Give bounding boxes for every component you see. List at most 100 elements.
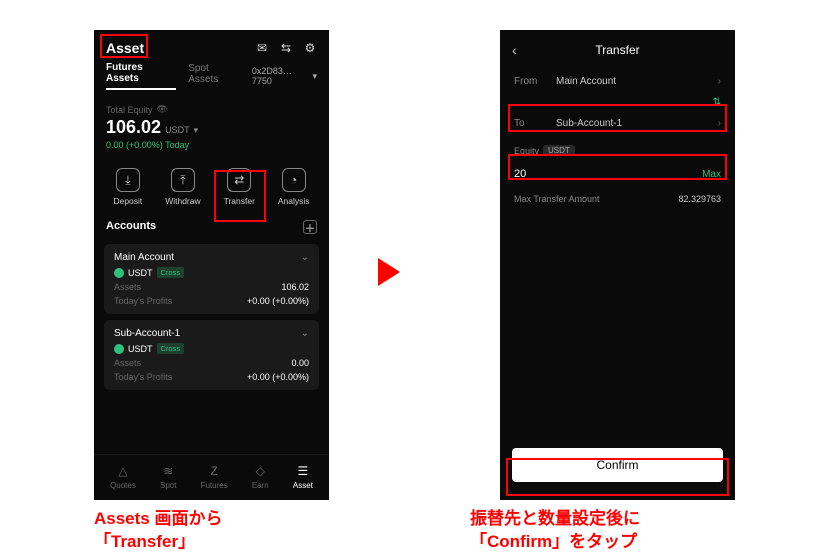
spot-icon: ≋ [160,463,176,479]
wallet-address-text: 0x2D83…7750 [252,66,311,86]
asset-icon: ☰ [295,463,311,479]
nav-label: Quotes [110,481,136,490]
chat-icon[interactable]: ✉ [255,41,269,55]
amount-input-row[interactable]: 20 Max [500,160,735,188]
transfer-label: Transfer [224,196,255,206]
analysis-button[interactable]: ◔ Analysis [278,168,310,206]
accounts-header: Accounts ＋ [94,216,329,238]
coin-symbol: USDT [128,344,153,354]
transfer-title: Transfer [500,43,735,57]
chevron-down-icon: ▾ [312,71,317,82]
nav-earn[interactable]: ◇ Earn [252,463,269,490]
equity-row-label: Equity USDT [500,139,735,160]
equity-label: Total Equity 👁 [106,104,317,115]
chevron-right-icon: › [718,118,721,129]
transfer-button[interactable]: ⇄ Transfer [224,168,255,206]
nav-label: Earn [252,481,269,490]
coin-icon [114,344,124,354]
quotes-icon: △ [115,463,131,479]
asset-screen: Asset ✉ ⇆ ⚙ Futures Assets Spot Assets 0… [94,30,329,500]
nav-label: Spot [160,481,176,490]
chevron-down-icon: ⌄ [301,252,309,263]
top-icon-group: ✉ ⇆ ⚙ [255,41,317,55]
futures-icon: Z [206,463,222,479]
chevron-right-icon: › [718,76,721,87]
mode-badge: Cross [157,267,185,278]
mode-badge: Cross [157,343,185,354]
action-row: ⤓ Deposit ⤒ Withdraw ⇄ Transfer ◔ Analys… [94,154,329,216]
profits-label: Today's Profits [114,296,172,306]
nav-futures[interactable]: Z Futures [201,463,228,490]
bottom-nav: △ Quotes ≋ Spot Z Futures ◇ Earn ☰ Asset [94,454,329,500]
equity-panel: Total Equity 👁 106.02 USDT ▾ 0.00 (+0.00… [94,96,329,154]
equity-unit-pill: USDT [543,145,575,156]
chevron-down-icon[interactable]: ▾ [194,125,199,136]
equity-change: 0.00 (+0.00%) Today [106,140,317,150]
page-title: Asset [106,40,144,56]
withdraw-button[interactable]: ⤒ Withdraw [165,168,200,206]
profits-value: +0.00 (+0.00%) [247,296,309,306]
transfer-screen: ‹ Transfer From Main Account › ⇅ To Sub-… [500,30,735,500]
analysis-icon: ◔ [282,168,306,192]
profits-value: +0.00 (+0.00%) [247,372,309,382]
settings-icon[interactable]: ⚙ [303,41,317,55]
coin-symbol: USDT [128,268,153,278]
from-account-row[interactable]: From Main Account › [500,66,735,97]
earn-icon: ◇ [252,463,268,479]
caption-left: Assets 画面から 「Transfer」 [94,508,222,554]
equity-label-text: Total Equity [106,105,153,115]
from-value: Main Account [556,76,718,87]
nav-label: Asset [293,481,313,490]
deposit-button[interactable]: ⤓ Deposit [113,168,142,206]
assets-value: 0.00 [291,358,309,368]
max-transfer-row: Max Transfer Amount 82.329763 [500,188,735,210]
flow-arrow-icon [378,258,400,286]
eye-icon[interactable]: 👁 [157,104,168,115]
asset-tabs: Futures Assets Spot Assets 0x2D83…7750 ▾ [94,62,329,96]
toggle-icon[interactable]: ⇆ [279,41,293,55]
account-card[interactable]: Main Account ⌄ USDT Cross Assets 106.02 … [104,244,319,314]
add-account-button[interactable]: ＋ [303,220,317,234]
assets-label: Assets [114,358,141,368]
tab-spot-assets[interactable]: Spot Assets [188,63,240,89]
nav-asset[interactable]: ☰ Asset [293,463,313,490]
equity-value-row: 106.02 USDT ▾ [106,117,317,138]
to-account-row[interactable]: To Sub-Account-1 › [500,108,735,139]
deposit-icon: ⤓ [116,168,140,192]
max-transfer-label: Max Transfer Amount [514,194,600,204]
withdraw-label: Withdraw [165,196,200,206]
to-label: To [514,118,556,129]
nav-spot[interactable]: ≋ Spot [160,463,176,490]
nav-quotes[interactable]: △ Quotes [110,463,136,490]
confirm-wrap: Confirm [512,448,723,482]
wallet-address[interactable]: 0x2D83…7750 ▾ [252,66,317,86]
nav-label: Futures [201,481,228,490]
from-label: From [514,76,556,87]
to-value: Sub-Account-1 [556,118,718,129]
profits-label: Today's Profits [114,372,172,382]
confirm-button[interactable]: Confirm [512,448,723,482]
tab-futures-assets[interactable]: Futures Assets [106,62,176,90]
deposit-label: Deposit [113,196,142,206]
equity-value: 106.02 [106,117,161,138]
accounts-title: Accounts [106,220,156,234]
account-name: Sub-Account-1 [114,328,180,339]
max-button[interactable]: Max [702,169,721,180]
asset-top-bar: Asset ✉ ⇆ ⚙ [94,30,329,62]
coin-icon [114,268,124,278]
account-name: Main Account [114,252,174,263]
equity-label-text: Equity [514,146,539,156]
caption-right: 振替先と数量設定後に 「Confirm」をタップ [470,508,640,554]
transfer-icon: ⇄ [227,168,251,192]
amount-value: 20 [514,168,702,180]
account-card[interactable]: Sub-Account-1 ⌄ USDT Cross Assets 0.00 T… [104,320,319,390]
chevron-down-icon: ⌄ [301,328,309,339]
max-transfer-value: 82.329763 [678,194,721,204]
equity-unit: USDT [165,125,190,135]
transfer-top-bar: ‹ Transfer [500,30,735,66]
analysis-label: Analysis [278,196,310,206]
swap-direction-button[interactable]: ⇅ [500,97,735,108]
assets-value: 106.02 [281,282,309,292]
assets-label: Assets [114,282,141,292]
withdraw-icon: ⤒ [171,168,195,192]
